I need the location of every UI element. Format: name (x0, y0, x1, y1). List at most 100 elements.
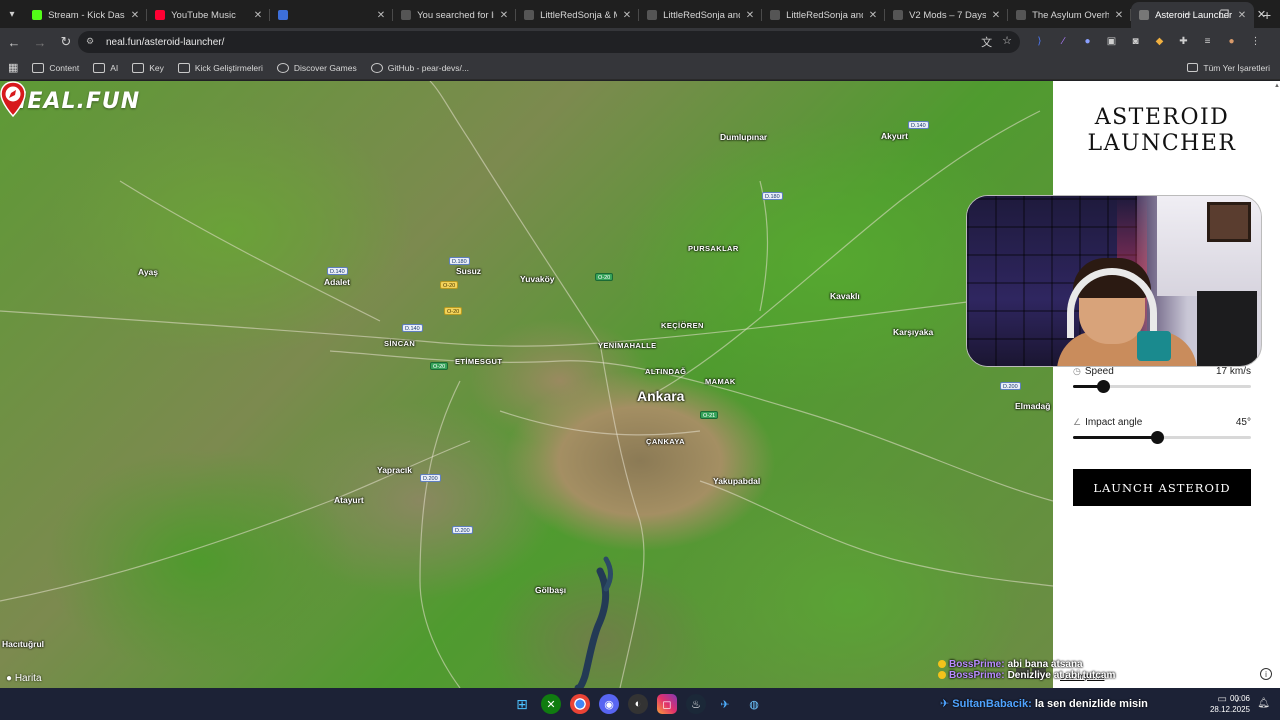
bookmark-item[interactable]: Kick Geliştirmeleri (177, 62, 263, 73)
scroll-up-icon[interactable]: ▲ (1274, 83, 1280, 89)
tab-favicon-icon (155, 10, 166, 20)
bookmark-item[interactable]: GitHub - pear-devs/... (370, 62, 469, 73)
speed-slider[interactable] (1073, 380, 1251, 393)
satellite-map[interactable]: NEAL.FUN Dumlupınar Akyurt Ayaş Susuz Yuvakö… (0, 81, 1053, 688)
tab-close-icon[interactable]: ✕ (131, 10, 139, 21)
map-marker-pin[interactable] (0, 81, 26, 117)
tab-close-icon[interactable]: ✕ (500, 10, 508, 21)
tab-title: LittleRedSonja and M (663, 9, 740, 21)
chat-message: BossPrime: Denizliye at abi tutcam (938, 670, 1115, 681)
place-label: Gölbaşı (535, 585, 567, 595)
extension-icon[interactable]: ∕ (1054, 32, 1073, 51)
steam-icon[interactable]: ♨ (686, 694, 706, 714)
extension-icon[interactable]: ◆ (1150, 32, 1169, 51)
telegram-icon[interactable]: ✈ (715, 694, 735, 714)
place-label: PURSAKLAR (688, 244, 739, 253)
xbox-icon[interactable]: ✕ (541, 694, 561, 714)
forward-button[interactable]: → (28, 30, 52, 54)
map-attribution: ● Harita (6, 673, 42, 684)
extension-icon[interactable]: ▣ (1102, 32, 1121, 51)
tab-close-icon[interactable]: ✕ (869, 10, 877, 21)
place-label: SİNCAN (384, 339, 416, 348)
notification-bell-icon[interactable]: 🔔︎ (1257, 698, 1270, 709)
reading-list-icon[interactable]: ≡ (1198, 32, 1217, 51)
site-info-icon[interactable]: ⚙ (86, 36, 98, 48)
tab[interactable]: LittleRedSonja & Mu ✕ (516, 2, 640, 28)
ticker-user: SultanBabacik: (952, 698, 1032, 710)
profile-avatar-icon[interactable]: ● (1222, 32, 1241, 51)
tab[interactable]: V2 Mods – 7 Days to ✕ (885, 2, 1009, 28)
address-bar[interactable]: ⚙ neal.fun/asteroid-launcher/ 文 ☆ (78, 31, 1020, 53)
puzzle-icon[interactable]: ✚ (1174, 32, 1193, 51)
apps-grid-icon[interactable]: ▦ (8, 61, 18, 74)
neal-fun-logo[interactable]: NEAL.FUN (8, 89, 140, 114)
chat-text: abi bana atsana (1007, 659, 1083, 670)
tab[interactable]: YouTube Music ✕ (147, 2, 271, 28)
tab[interactable]: LittleRedSonja and M ✕ (639, 2, 763, 28)
maximize-button[interactable]: ❐ (1206, 0, 1243, 28)
chat-text: Denizliye at abi tutcam (1007, 670, 1116, 681)
angle-value: 45° (1235, 417, 1251, 428)
chat-badge-icon (938, 671, 946, 679)
tab-favicon-icon (401, 10, 412, 20)
tab[interactable]: The Asylum Overhau ✕ (1008, 2, 1132, 28)
tab[interactable]: Stream - Kick Dashbo ✕ (24, 2, 148, 28)
bookmark-item[interactable]: Key (132, 62, 164, 73)
translate-icon[interactable]: 文 (981, 34, 992, 50)
place-label: Ayaş (138, 267, 159, 277)
place-label: Hacıtuğrul (2, 639, 45, 649)
tab-search-button[interactable]: ▾ (0, 0, 24, 28)
globe-icon[interactable]: ◍ (744, 694, 764, 714)
tab-close-icon[interactable]: ✕ (254, 10, 262, 21)
tab-close-icon[interactable]: ✕ (623, 10, 631, 21)
close-window-button[interactable]: ✕ (1243, 0, 1280, 28)
bookmark-star-icon[interactable]: ☆ (1002, 34, 1012, 50)
speed-slider-handle[interactable] (1097, 380, 1111, 393)
tab[interactable]: ✕ (270, 2, 394, 28)
tab-close-icon[interactable]: ✕ (377, 10, 385, 21)
obs-icon[interactable]: ◐ (628, 694, 648, 714)
clock[interactable]: 00:06 28.12.2025 (1210, 693, 1250, 715)
tab-favicon-icon (1139, 10, 1150, 20)
menu-icon[interactable]: ⋮ (1246, 32, 1265, 51)
tab[interactable]: You searched for littl ✕ (393, 2, 517, 28)
impact-angle-slider[interactable] (1073, 431, 1251, 444)
scrollbar[interactable]: ▲ (1274, 81, 1280, 688)
chrome-icon[interactable] (570, 694, 590, 714)
all-bookmarks-folder[interactable]: Tüm Yer İşaretleri (1187, 63, 1270, 73)
tab-close-icon[interactable]: ✕ (1115, 10, 1123, 21)
reload-button[interactable]: ↻ (54, 30, 78, 54)
microphone (1137, 331, 1171, 361)
info-icon[interactable]: i (1260, 668, 1272, 680)
discord-icon[interactable]: ◉ (599, 694, 619, 714)
tab-close-icon[interactable]: ✕ (746, 10, 754, 21)
instagram-icon[interactable]: ◻ (657, 694, 677, 714)
extension-icon[interactable]: ● (1078, 32, 1097, 51)
tab[interactable]: LittleRedSonja and M ✕ (762, 2, 886, 28)
tab-favicon-icon (278, 10, 289, 20)
place-label: KEÇİÖREN (661, 321, 704, 330)
tab-close-icon[interactable]: ✕ (992, 10, 1000, 21)
tab-favicon-icon (524, 10, 535, 20)
windows-start-icon[interactable]: ⊞ (512, 694, 532, 714)
extension-icon[interactable]: ⟩ (1030, 32, 1049, 51)
place-label: Adalet (324, 277, 350, 287)
road-shield: D.200 (420, 474, 441, 482)
speed-label: Speed (1084, 366, 1114, 377)
back-button[interactable]: ← (2, 30, 26, 54)
tab-title: LittleRedSonja & Mu (540, 9, 617, 21)
bookmark-item[interactable]: AI (93, 62, 118, 73)
camera-icon[interactable]: ◙ (1126, 32, 1145, 51)
bookmark-item[interactable]: Content (32, 62, 79, 73)
tab-title: The Asylum Overhau (1032, 9, 1109, 21)
windows-taskbar: ⊞ ✕ ◉ ◐ ◻ ♨ ✈ ◍ ✈ SultanBabacik: la sen … (0, 688, 1280, 720)
place-label: ALTINDAĞ (645, 367, 687, 376)
bookmark-item[interactable]: Discover Games (276, 62, 357, 73)
minimize-button[interactable]: – (1169, 0, 1206, 28)
angle-slider-handle[interactable] (1150, 431, 1164, 444)
launch-asteroid-button[interactable]: LAUNCH ASTEROID (1073, 469, 1251, 506)
clock-date: 28.12.2025 (1209, 705, 1250, 714)
chat-badge-icon (938, 660, 946, 668)
place-label: ETİMESGUT (455, 357, 503, 366)
bookmark-list: Content AI Key Kick Geliştirmeleri Discover … (32, 62, 483, 73)
